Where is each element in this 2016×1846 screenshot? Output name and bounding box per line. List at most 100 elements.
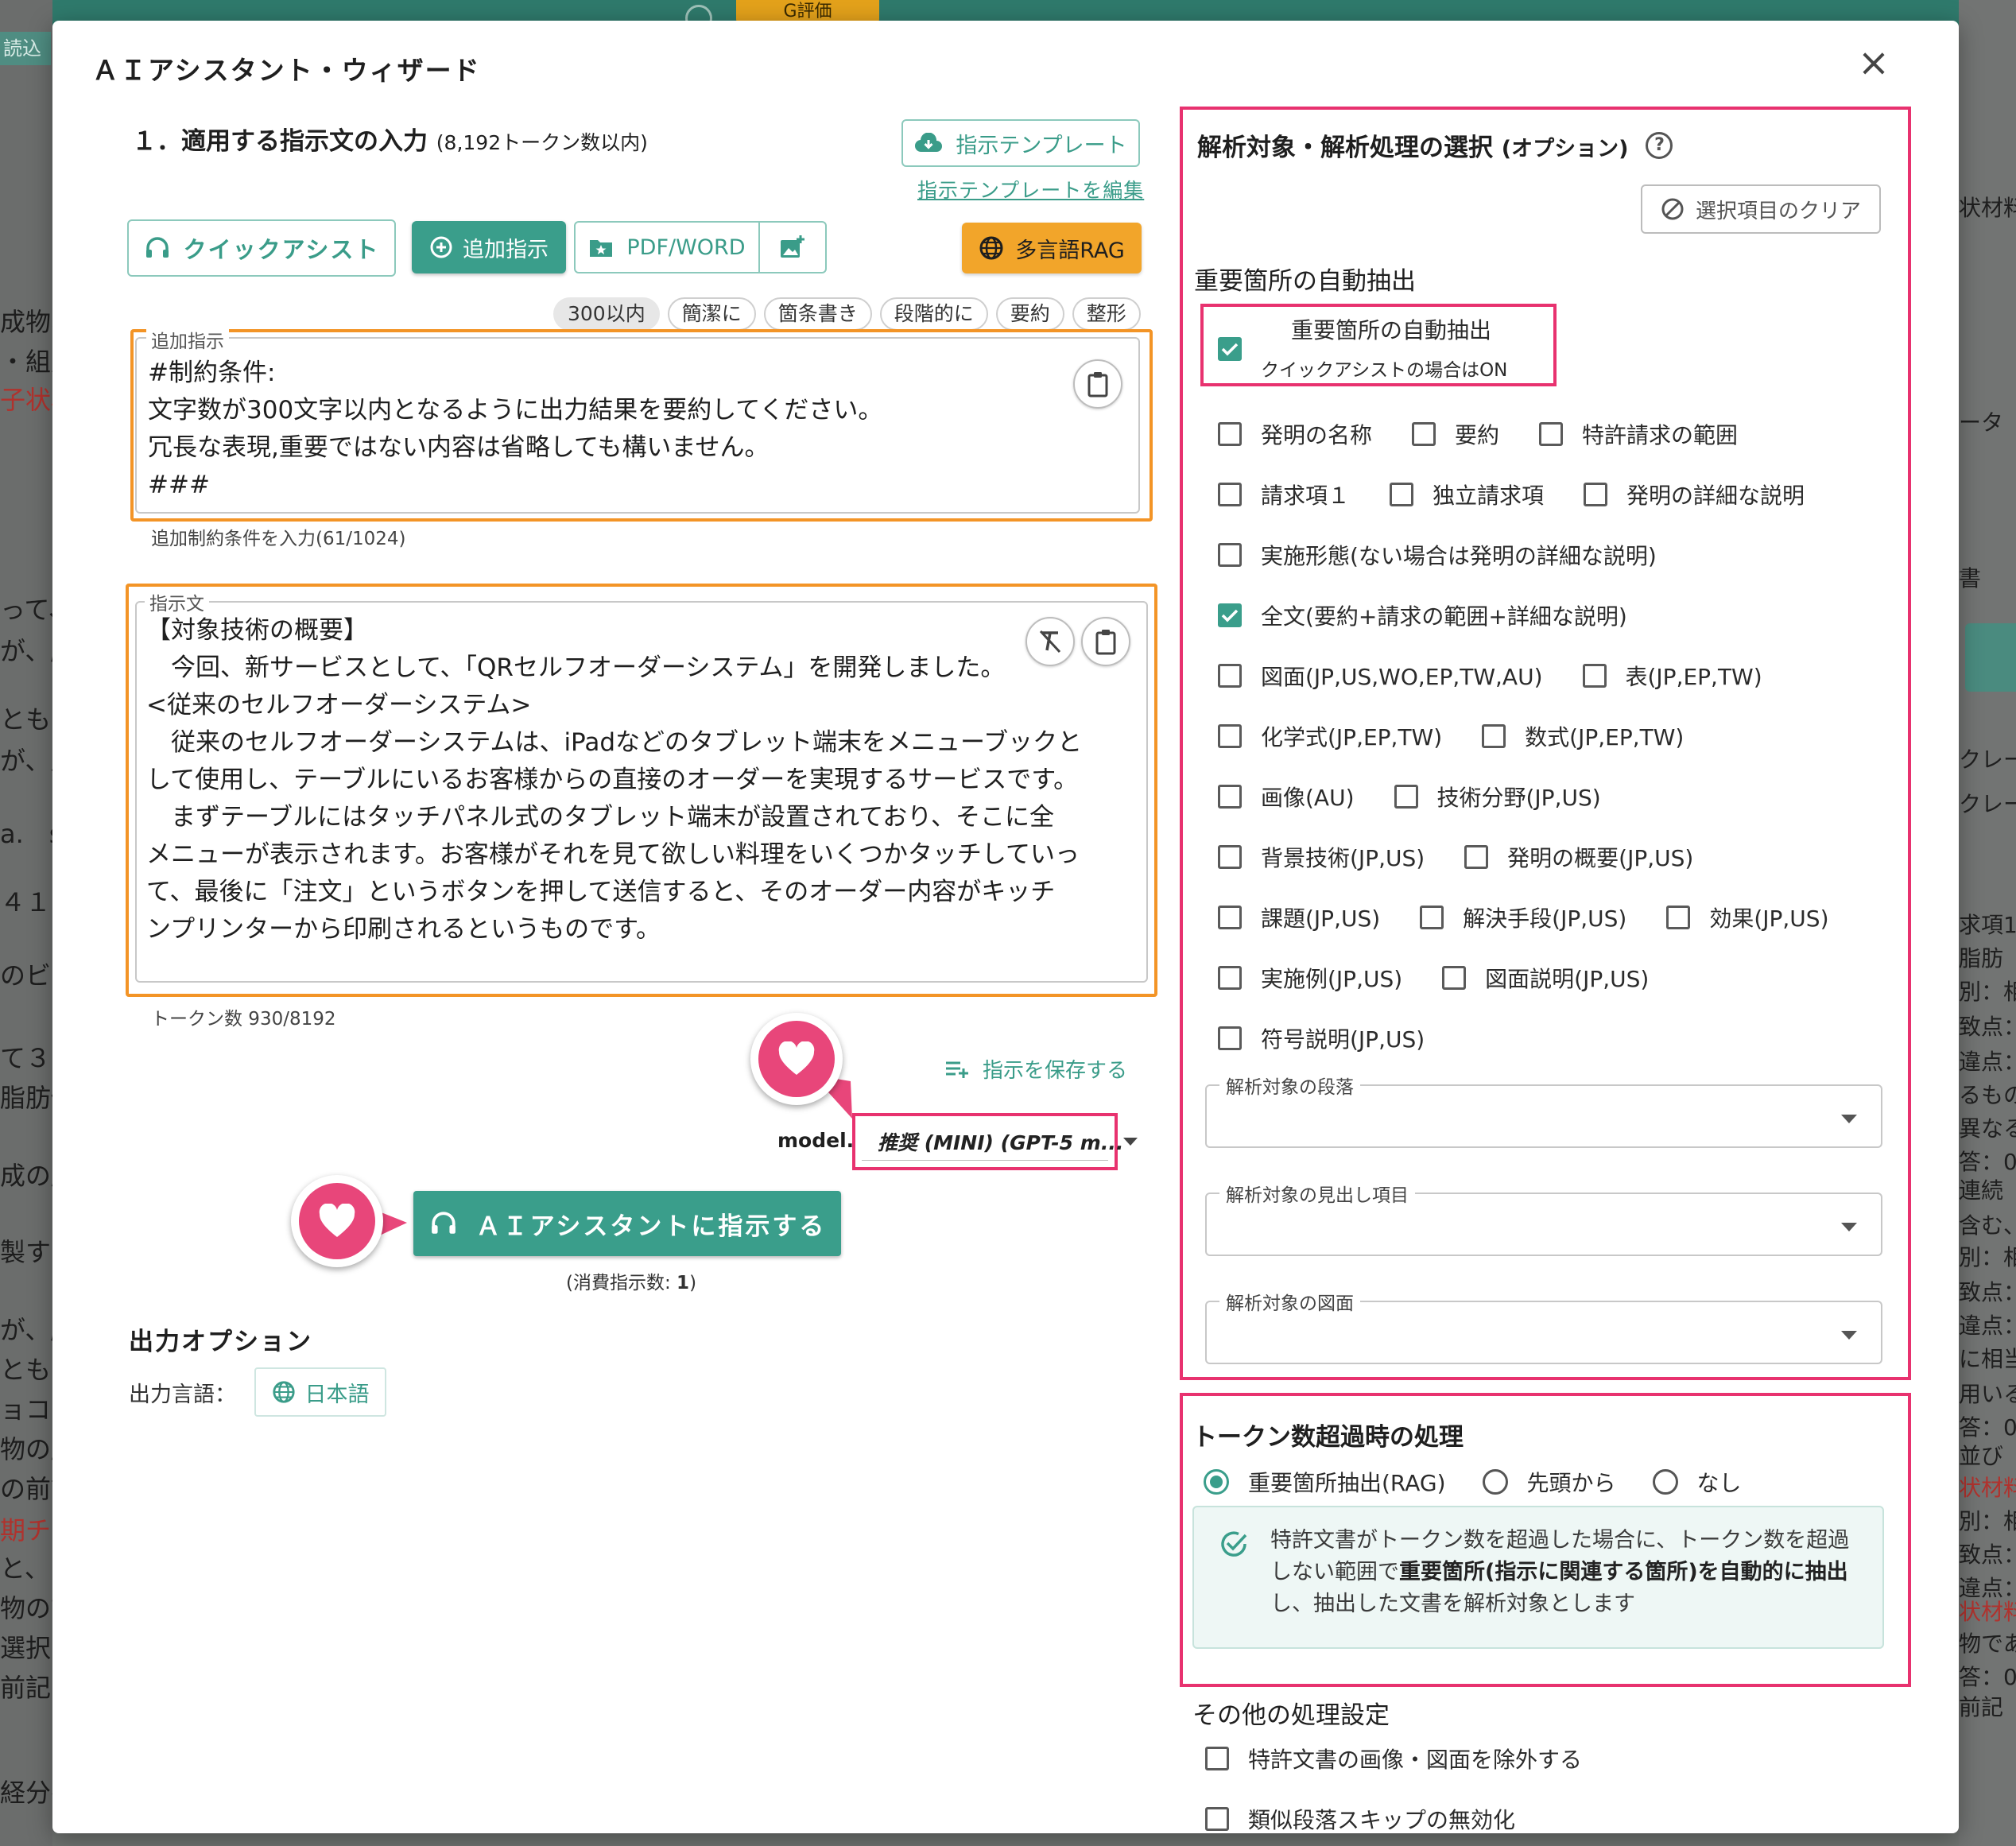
constraint-chip[interactable]: 簡潔に (667, 297, 756, 331)
analysis-checkbox[interactable]: 符号説明(JP,US) (1218, 1022, 1425, 1054)
analysis-checkbox[interactable]: 画像(AU) (1218, 781, 1355, 812)
background-text-line: とも２ (0, 704, 52, 735)
constraint-chip[interactable]: 段階的に (879, 297, 988, 331)
clear-format-button[interactable] (1025, 617, 1075, 666)
analysis-checkbox-label: 画像(AU) (1261, 785, 1355, 811)
instruction-template-button[interactable]: 指示テンプレート (901, 119, 1140, 167)
constraint-chip[interactable]: 300以内 (553, 297, 660, 331)
quick-assist-button[interactable]: クイックアシスト (127, 219, 396, 277)
consumed-count-label: (消費指示数: (566, 1273, 677, 1293)
checkbox-empty-icon[interactable] (1584, 483, 1608, 506)
analysis-checkbox[interactable]: 独立請求項 (1390, 479, 1544, 510)
checkbox-empty-icon[interactable] (1218, 845, 1242, 869)
auto-extract-label: 重要箇所の自動抽出 (1291, 317, 1492, 343)
checkbox-empty-icon[interactable] (1394, 785, 1418, 809)
consumed-count-suffix: ) (689, 1273, 697, 1293)
checkbox-empty-icon[interactable] (1205, 1807, 1229, 1831)
pdf-word-button[interactable]: PDF/WORD (574, 221, 760, 273)
close-icon[interactable]: × (1854, 44, 1894, 84)
checkbox-empty-icon[interactable] (1218, 906, 1242, 929)
analysis-target-title: 解析対象・解析処理の選択 (オプション) ? (1197, 127, 1673, 163)
additional-instruction-textarea[interactable]: 追加指示 #制約条件: 文字数が300文字以内となるように出力結果を要約してくだ… (135, 326, 1140, 514)
analysis-checkbox[interactable]: 全文(要約+請求の範囲+詳細な説明) (1218, 599, 1627, 631)
clipboard-button[interactable] (1081, 617, 1130, 666)
checkbox-empty-icon[interactable] (1582, 664, 1607, 688)
background-text-line: 別：相 (1959, 1244, 2016, 1270)
checkbox-empty-icon[interactable] (1218, 543, 1242, 567)
checkbox-empty-icon[interactable] (1218, 664, 1242, 688)
analysis-checkbox[interactable]: 表(JP,EP,TW) (1582, 660, 1762, 692)
checkbox-empty-icon[interactable] (1205, 1747, 1229, 1770)
checkbox-checked-icon[interactable] (1218, 603, 1242, 627)
radio-empty-icon[interactable] (1652, 1469, 1678, 1495)
analysis-checkbox[interactable]: 効果(JP,US) (1666, 902, 1829, 933)
analysis-checkbox[interactable]: 要約 (1412, 418, 1499, 450)
analysis-checkbox[interactable]: 背景技術(JP,US) (1218, 841, 1425, 873)
analysis-checkbox[interactable]: 化学式(JP,EP,TW) (1218, 720, 1442, 752)
constraint-chip[interactable]: 要約 (995, 297, 1064, 331)
radio-empty-icon[interactable] (1482, 1469, 1508, 1495)
checkbox-empty-icon[interactable] (1420, 906, 1444, 929)
analysis-checkbox[interactable]: 実施形態(ない場合は発明の詳細な説明) (1218, 539, 1657, 571)
checkbox-empty-icon[interactable] (1482, 724, 1506, 748)
checkbox-empty-icon[interactable] (1442, 966, 1467, 990)
analysis-checkbox[interactable]: 発明の詳細な説明 (1584, 479, 1805, 510)
analysis-checkbox[interactable]: 発明の概要(JP,US) (1464, 841, 1693, 873)
model-select[interactable]: 推奨 (MINI) (GPT-5 m... (852, 1113, 1138, 1170)
auto-extract-checkbox[interactable] (1218, 337, 1242, 361)
instruction-text[interactable]: 【対象技術の概要】 今回、新サービスとして、「QRセルフオーダーシステム」を開発… (146, 612, 1140, 948)
checkbox-empty-icon[interactable] (1666, 906, 1691, 929)
add-image-button[interactable] (758, 221, 827, 273)
other-setting-checkbox[interactable]: 特許文書の画像・図面を除外する (1205, 1743, 1582, 1774)
analysis-checkbox[interactable]: 実施例(JP,US) (1218, 962, 1402, 994)
checkbox-empty-icon[interactable] (1218, 483, 1242, 506)
checkbox-empty-icon[interactable] (1218, 785, 1242, 809)
analysis-target-dropdown[interactable]: 解析対象の見出し項目 (1205, 1180, 1882, 1256)
analysis-checkbox[interactable]: 図面(JP,US,WO,EP,TW,AU) (1218, 660, 1543, 692)
checkbox-empty-icon[interactable] (1464, 845, 1489, 869)
edit-template-link[interactable]: 指示テンプレートを編集 (917, 175, 1144, 204)
constraint-chip[interactable]: 箇条書き (763, 297, 872, 331)
chevron-down-icon (1841, 1115, 1857, 1123)
analysis-checkbox[interactable]: 図面説明(JP,US) (1442, 962, 1649, 994)
checkbox-empty-icon[interactable] (1218, 1026, 1242, 1050)
run-ai-assistant-button[interactable]: ＡＩアシスタントに指示する (413, 1191, 841, 1256)
analysis-checkbox[interactable]: 発明の名称 (1218, 418, 1372, 450)
other-setting-checkbox[interactable]: 類似段落スキップの無効化 (1205, 1803, 1515, 1833)
analysis-checkbox[interactable]: 特許請求の範囲 (1539, 418, 1738, 450)
analysis-target-dropdown[interactable]: 解析対象の図面 (1205, 1288, 1882, 1364)
checkbox-empty-icon[interactable] (1218, 422, 1242, 446)
output-language-button[interactable]: 日本語 (254, 1367, 386, 1417)
analysis-checkbox[interactable]: 技術分野(JP,US) (1394, 781, 1601, 812)
background-text-line: と、 (0, 1553, 50, 1584)
add-instruction-button[interactable]: 追加指示 (412, 221, 566, 273)
save-instruction-link[interactable]: 指示を保存する (944, 1054, 1127, 1084)
checkbox-empty-icon[interactable] (1218, 724, 1242, 748)
token-overflow-radio[interactable]: なし (1652, 1466, 1742, 1498)
background-text-line: 求項1 (1959, 912, 2016, 938)
playlist-add-icon (946, 1061, 968, 1078)
additional-instruction-text[interactable]: #制約条件: 文字数が300文字以内となるように出力結果を要約してください。 冗… (148, 355, 1054, 504)
background-text-line: 物の脂 (0, 1434, 52, 1464)
checkbox-empty-icon[interactable] (1218, 966, 1242, 990)
checkbox-empty-icon[interactable] (1390, 483, 1414, 506)
analysis-checkbox[interactable]: 数式(JP,EP,TW) (1482, 720, 1684, 752)
checkbox-empty-icon[interactable] (1539, 422, 1564, 446)
clear-selection-button[interactable]: 選択項目のクリア (1641, 184, 1881, 234)
analysis-target-dropdown[interactable]: 解析対象の段落 (1205, 1072, 1882, 1148)
analysis-checkbox[interactable]: 解決手段(JP,US) (1420, 902, 1626, 933)
checkbox-empty-icon[interactable] (1412, 422, 1436, 446)
instruction-textarea[interactable]: 指示文 【対象技術の概要】 今回、新サービスとして、「QRセルフオーダーシステム… (135, 588, 1148, 983)
analysis-checkbox[interactable]: 課題(JP,US) (1218, 902, 1380, 933)
multilingual-rag-button[interactable]: 多言語RAG (962, 223, 1142, 273)
clipboard-button[interactable] (1073, 359, 1122, 409)
radio-selected-icon[interactable] (1204, 1469, 1229, 1495)
help-icon[interactable]: ? (1646, 131, 1673, 159)
model-select-field[interactable]: 推奨 (MINI) (GPT-5 m... (862, 1123, 1138, 1161)
constraint-chip[interactable]: 整形 (1072, 297, 1141, 331)
analysis-checkbox[interactable]: 請求項１ (1218, 479, 1350, 510)
token-overflow-radio[interactable]: 重要箇所抽出(RAG) (1204, 1466, 1446, 1498)
input-section-title-text: １．適用する指示文の入力 (132, 127, 428, 156)
token-overflow-radio[interactable]: 先頭から (1482, 1466, 1616, 1498)
checkbox-checked-icon[interactable] (1218, 337, 1242, 361)
